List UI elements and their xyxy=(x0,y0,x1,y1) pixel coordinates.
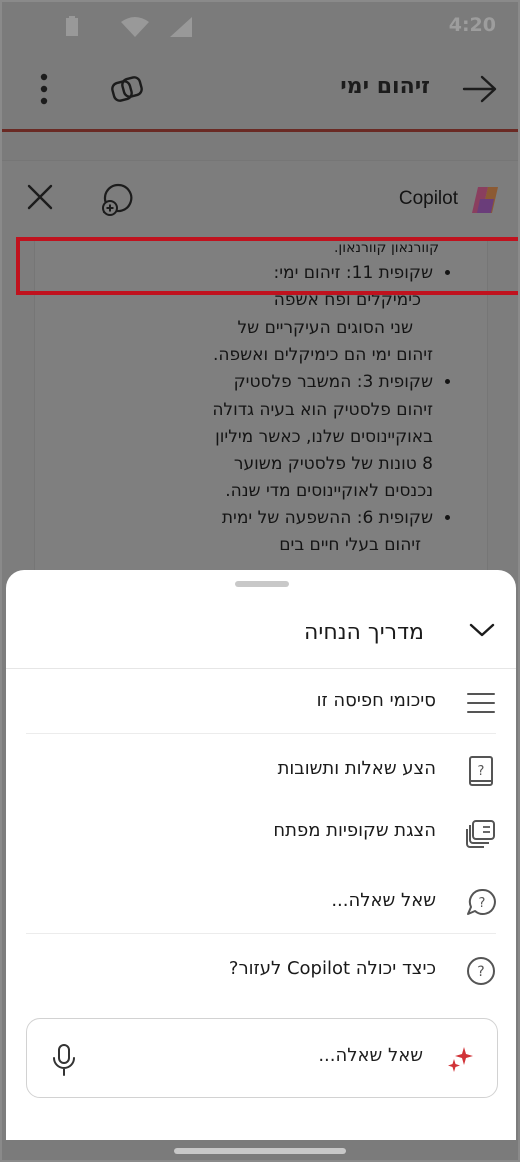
sheet-drag-handle[interactable] xyxy=(235,581,289,587)
sync-icon[interactable] xyxy=(109,72,145,112)
help-circle-icon: ? xyxy=(464,954,498,988)
wifi-icon xyxy=(120,16,150,42)
menu-item-suggest-qa[interactable]: ? הצע שאלות ותשובות xyxy=(6,740,516,802)
list-item: שקופית 6: ההשפעה של ימית זיהום בעלי חיים… xyxy=(47,505,433,559)
more-options-icon[interactable] xyxy=(38,72,50,110)
menu-item-label: כיצד יכולה Copilot לעזור? xyxy=(228,958,436,979)
chevron-down-icon[interactable] xyxy=(468,620,496,644)
app-header: זיהום ימי xyxy=(2,52,518,130)
highlight-box xyxy=(16,237,518,295)
back-arrow-icon[interactable] xyxy=(462,74,498,108)
signal-icon xyxy=(168,16,194,42)
menu-item-label: הצגת שקופיות מפתח xyxy=(273,820,436,841)
home-gesture-pill[interactable] xyxy=(174,1148,346,1154)
message-text: 8 טונות של פלסטיק משוער xyxy=(233,454,433,474)
menu-item-label: סיכומי חפיסה זו xyxy=(316,690,436,711)
copilot-logo-icon xyxy=(468,183,502,221)
row-divider xyxy=(26,933,496,934)
qa-book-icon: ? xyxy=(464,754,498,788)
sheet-title: מדריך הנחיה xyxy=(304,620,424,645)
svg-text:?: ? xyxy=(477,964,484,980)
message-text: נכנסים לאוקיינוסים מדי שנה. xyxy=(225,481,433,501)
question-bubble-icon: ? xyxy=(464,886,498,920)
copilot-name: Copilot xyxy=(398,188,458,209)
status-bar: 4:20 xyxy=(2,2,518,52)
battery-icon xyxy=(64,16,80,42)
close-icon[interactable] xyxy=(26,183,54,215)
document-background xyxy=(2,132,518,162)
slides-stack-icon xyxy=(464,816,498,850)
message-text: זיהום פלסטיק הוא בעיה גדולה xyxy=(212,400,433,420)
system-nav-bar xyxy=(2,1140,518,1160)
divider xyxy=(6,668,516,669)
svg-text:?: ? xyxy=(479,896,486,911)
list-item: שקופית 3: המשבר פלסטיק xyxy=(47,369,433,396)
menu-item-label: שאל שאלה... xyxy=(331,890,436,911)
message-list: שקופית 6: ההשפעה של ימית זיהום בעלי חיים… xyxy=(47,505,451,559)
svg-text:?: ? xyxy=(478,764,485,779)
prompt-guide-sheet: מדריך הנחיה סיכומי חפיסה זו ? הצע שאלות … xyxy=(6,570,516,1140)
summary-lines-icon xyxy=(464,686,498,720)
message-text: זיהום ימי הם כימיקלים ואשפה. xyxy=(213,345,433,365)
status-time: 4:20 xyxy=(448,14,496,36)
menu-item-deck-summary[interactable]: סיכומי חפיסה זו xyxy=(6,672,516,734)
menu-item-label: הצע שאלות ותשובות xyxy=(277,758,436,779)
message-text: שני הסוגים העיקריים של xyxy=(237,318,413,338)
copilot-header: Copilot xyxy=(2,160,518,238)
message-list: שקופית 3: המשבר פלסטיק xyxy=(47,369,451,396)
phone-frame: 4:20 זיהום ימי Copilot קוורנאון קוורנאון… xyxy=(0,0,520,1162)
row-divider xyxy=(26,733,496,734)
menu-item-key-slides[interactable]: הצגת שקופיות מפתח xyxy=(6,802,516,864)
menu-item-how-can-copilot-help[interactable]: ? כיצד יכולה Copilot לעזור? xyxy=(6,940,516,1002)
menu-item-ask-question[interactable]: ? שאל שאלה... xyxy=(6,872,516,934)
new-chat-icon[interactable] xyxy=(98,181,136,223)
microphone-icon[interactable] xyxy=(51,1043,77,1081)
page-title: זיהום ימי xyxy=(340,74,430,99)
sparkle-icon[interactable] xyxy=(445,1045,475,1079)
message-text: באוקיינוסים שלנו, כאשר מיליון xyxy=(215,427,433,447)
chat-input[interactable] xyxy=(123,1045,423,1066)
chat-input-box[interactable] xyxy=(26,1018,498,1098)
